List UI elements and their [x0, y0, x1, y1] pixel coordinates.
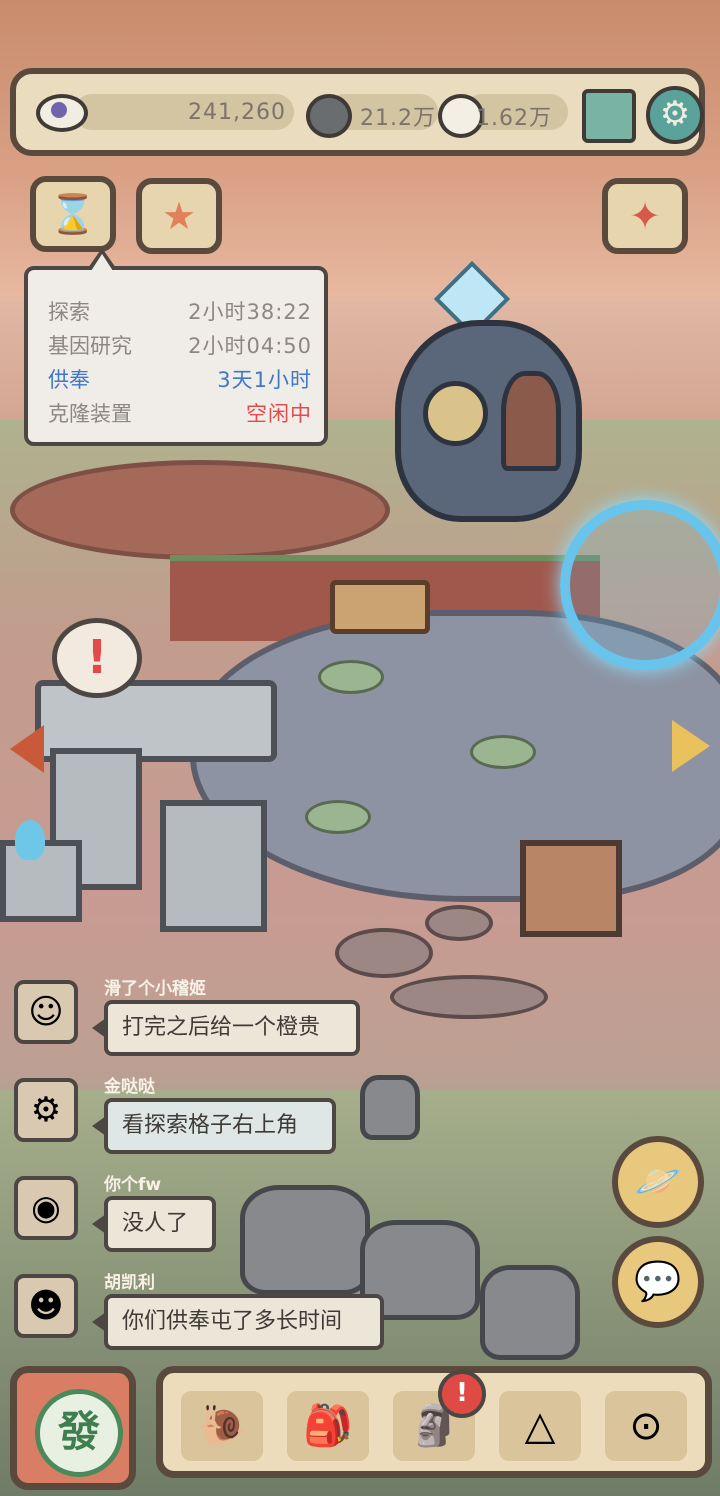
stone-gate-pillar [160, 800, 267, 932]
avatar[interactable]: ☺ [14, 980, 78, 1044]
timer-value: 2小时38:22 [188, 300, 312, 324]
nav-snail-button[interactable]: 🐌 [181, 1391, 263, 1461]
timer-label: 供奉 [48, 368, 90, 392]
boulder [480, 1265, 580, 1360]
main-coin-icon: 發 [35, 1389, 123, 1477]
timer-row-gene-research: 基因研究 2小时04:50 [48, 330, 312, 362]
party-button[interactable]: ✦ [602, 178, 688, 254]
nav-backpack-button[interactable]: 🎒 [287, 1391, 369, 1461]
eye-points-value: 241,260 [188, 100, 286, 125]
machine-porthole [423, 381, 488, 446]
avatar[interactable]: ☻ [14, 1274, 78, 1338]
nav-pyramid-button[interactable]: △ [499, 1391, 581, 1461]
snail-avatar-icon: ◉ [31, 1188, 61, 1228]
boulder [240, 1185, 370, 1295]
machine-door [501, 371, 561, 471]
stepping-stone [335, 928, 433, 978]
timer-row-clone: 克隆装置 空闲中 [48, 398, 312, 430]
dark-chat-bubble-icon [306, 94, 352, 138]
lily-pad [305, 800, 371, 834]
elf-avatar-icon: ☺ [28, 992, 64, 1032]
glowing-portal[interactable] [560, 500, 720, 670]
nav-coin-button[interactable]: ⊙ [605, 1391, 687, 1461]
stepping-stone [425, 905, 493, 941]
snail-icon: 🐌 [197, 1403, 247, 1449]
key-coin-icon: ⊙ [629, 1403, 663, 1449]
chat-username: 滑了个小稽姬 [104, 979, 206, 999]
pyramid-eye-icon: △ [524, 1403, 556, 1449]
chat-username: 胡凯利 [104, 1273, 155, 1293]
chat-message: 没人了 [92, 1196, 216, 1252]
timer-value: 3天1小时 [217, 368, 312, 392]
light-bubble-value: 1.62万 [476, 106, 552, 131]
chat-username: 金哒哒 [104, 1077, 155, 1097]
chat-icon: 💬 [634, 1259, 682, 1303]
lily-pad [470, 735, 536, 769]
wooden-crate[interactable] [520, 840, 622, 937]
timer-row-offering: 供奉 3天1小时 [48, 364, 312, 396]
main-action-button[interactable]: 發 [10, 1366, 136, 1490]
chat-message: 打完之后给一个橙贵 [92, 1000, 360, 1056]
timer-label: 探索 [48, 300, 90, 324]
starfish-button[interactable]: ★ [136, 178, 222, 254]
starfish-icon: ★ [161, 194, 197, 238]
chat-message: 你们供奉屯了多长时间 [92, 1294, 384, 1350]
hourglass-icon: ⌛ [49, 192, 97, 236]
chat-username: 你个fw [104, 1175, 162, 1195]
dark-bubble-value: 21.2万 [360, 106, 436, 131]
bottom-nav-bar: 🐌 🎒 🗿 △ ⊙ [156, 1366, 712, 1478]
notification-badge: ! [438, 1370, 486, 1418]
hanging-sign[interactable] [330, 580, 430, 634]
mud-pool [10, 460, 390, 560]
chat-message: 看探索格子右上角 [92, 1098, 336, 1154]
tree-stump [360, 1075, 420, 1140]
backpack-icon: 🎒 [303, 1403, 353, 1449]
stepping-stone [390, 975, 548, 1019]
gear-icon[interactable]: ⚙ [646, 86, 704, 144]
robot-avatar-icon: ⚙ [30, 1090, 62, 1130]
timer-value: 2小时04:50 [188, 334, 312, 358]
scroll-right-arrow-icon[interactable] [672, 720, 710, 772]
timer-label: 克隆装置 [48, 402, 132, 426]
planet-button[interactable]: 🪐 [612, 1136, 704, 1228]
timers-popup: 探索 2小时38:22 基因研究 2小时04:50 供奉 3天1小时 克隆装置 … [24, 248, 328, 446]
chat-button[interactable]: 💬 [612, 1236, 704, 1328]
hourglass-button[interactable]: ⌛ [30, 176, 116, 252]
resource-bar: 241,260 21.2万 1.62万 ⚙ [10, 68, 705, 156]
timer-value: 空闲中 [246, 402, 312, 426]
clone-machine[interactable] [395, 320, 582, 522]
lily-pad [318, 660, 384, 694]
planet-icon: 🪐 [634, 1159, 682, 1203]
party-popper-icon: ✦ [629, 194, 661, 238]
avatar[interactable]: ⚙ [14, 1078, 78, 1142]
mail-icon[interactable] [582, 89, 636, 143]
eye-icon [36, 94, 88, 132]
timer-row-explore: 探索 2小时38:22 [48, 296, 312, 328]
avatar[interactable]: ◉ [14, 1176, 78, 1240]
blue-flame [15, 820, 45, 860]
scroll-left-arrow-icon[interactable] [10, 725, 44, 773]
alert-bubble[interactable]: ! [52, 618, 142, 698]
frog-avatar-icon: ☻ [28, 1286, 64, 1326]
timer-label: 基因研究 [48, 334, 132, 358]
